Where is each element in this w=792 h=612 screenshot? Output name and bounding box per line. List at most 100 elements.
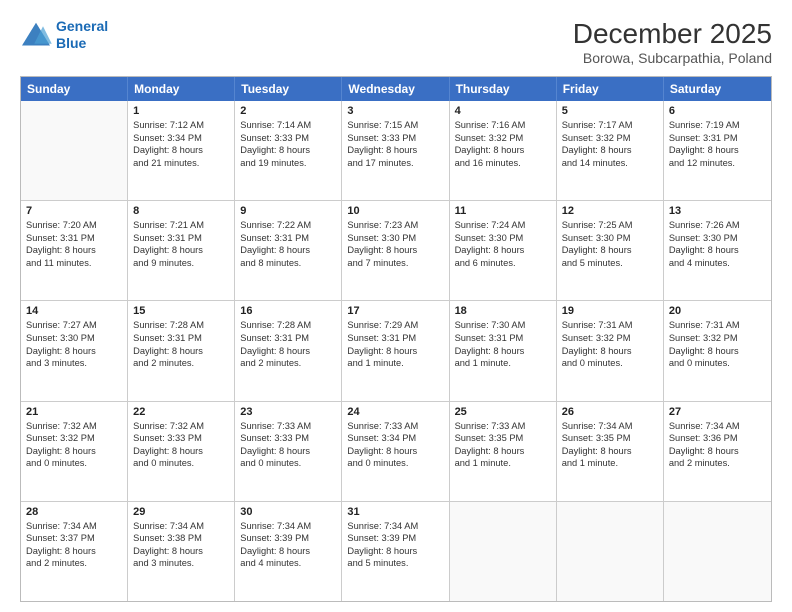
calendar-cell: 28Sunrise: 7:34 AMSunset: 3:37 PMDayligh…	[21, 502, 128, 601]
cell-info-line: Sunset: 3:31 PM	[133, 232, 229, 245]
cell-info-line: Daylight: 8 hours	[562, 345, 658, 358]
calendar-row: 1Sunrise: 7:12 AMSunset: 3:34 PMDaylight…	[21, 101, 771, 201]
cell-info-line: Sunrise: 7:16 AM	[455, 119, 551, 132]
cell-info-line: and 14 minutes.	[562, 157, 658, 170]
cell-info-line: and 11 minutes.	[26, 257, 122, 270]
cell-info-line: Sunset: 3:38 PM	[133, 532, 229, 545]
weekday-header: Saturday	[664, 77, 771, 101]
cell-info-line: Daylight: 8 hours	[562, 144, 658, 157]
calendar-cell	[450, 502, 557, 601]
cell-info-line: and 4 minutes.	[240, 557, 336, 570]
cell-info-line: Sunrise: 7:32 AM	[133, 420, 229, 433]
cell-info-line: Sunrise: 7:24 AM	[455, 219, 551, 232]
cell-info-line: and 1 minute.	[562, 457, 658, 470]
cell-info-line: Sunrise: 7:29 AM	[347, 319, 443, 332]
cell-info-line: Daylight: 8 hours	[669, 345, 766, 358]
cell-info-line: Sunrise: 7:34 AM	[347, 520, 443, 533]
cell-info-line: Daylight: 8 hours	[133, 445, 229, 458]
cell-info-line: Sunset: 3:32 PM	[562, 332, 658, 345]
cell-info-line: Sunset: 3:33 PM	[347, 132, 443, 145]
day-number: 21	[26, 406, 122, 418]
calendar-cell: 9Sunrise: 7:22 AMSunset: 3:31 PMDaylight…	[235, 201, 342, 300]
cell-info-line: Daylight: 8 hours	[240, 244, 336, 257]
cell-info-line: and 1 minute.	[455, 357, 551, 370]
cell-info-line: Sunrise: 7:22 AM	[240, 219, 336, 232]
cell-info-line: Daylight: 8 hours	[455, 244, 551, 257]
cell-info-line: Daylight: 8 hours	[133, 345, 229, 358]
cell-info-line: and 19 minutes.	[240, 157, 336, 170]
calendar-cell: 13Sunrise: 7:26 AMSunset: 3:30 PMDayligh…	[664, 201, 771, 300]
cell-info-line: Sunset: 3:31 PM	[455, 332, 551, 345]
cell-info-line: and 0 minutes.	[562, 357, 658, 370]
cell-info-line: Sunrise: 7:31 AM	[669, 319, 766, 332]
cell-info-line: Sunrise: 7:25 AM	[562, 219, 658, 232]
day-number: 31	[347, 506, 443, 518]
cell-info-line: Daylight: 8 hours	[133, 244, 229, 257]
weekday-header: Thursday	[450, 77, 557, 101]
day-number: 15	[133, 305, 229, 317]
calendar-cell: 20Sunrise: 7:31 AMSunset: 3:32 PMDayligh…	[664, 301, 771, 400]
cell-info-line: and 2 minutes.	[240, 357, 336, 370]
cell-info-line: and 17 minutes.	[347, 157, 443, 170]
cell-info-line: Sunrise: 7:17 AM	[562, 119, 658, 132]
header: General Blue December 2025 Borowa, Subca…	[20, 18, 772, 66]
calendar-cell: 14Sunrise: 7:27 AMSunset: 3:30 PMDayligh…	[21, 301, 128, 400]
calendar-cell: 4Sunrise: 7:16 AMSunset: 3:32 PMDaylight…	[450, 101, 557, 200]
cell-info-line: Sunrise: 7:28 AM	[240, 319, 336, 332]
day-number: 6	[669, 105, 766, 117]
calendar-cell: 31Sunrise: 7:34 AMSunset: 3:39 PMDayligh…	[342, 502, 449, 601]
cell-info-line: Daylight: 8 hours	[347, 445, 443, 458]
cell-info-line: and 1 minute.	[455, 457, 551, 470]
location-subtitle: Borowa, Subcarpathia, Poland	[573, 50, 772, 66]
cell-info-line: Daylight: 8 hours	[26, 445, 122, 458]
cell-info-line: and 1 minute.	[347, 357, 443, 370]
day-number: 10	[347, 205, 443, 217]
day-number: 19	[562, 305, 658, 317]
day-number: 23	[240, 406, 336, 418]
cell-info-line: and 0 minutes.	[133, 457, 229, 470]
calendar-row: 7Sunrise: 7:20 AMSunset: 3:31 PMDaylight…	[21, 201, 771, 301]
calendar-cell: 15Sunrise: 7:28 AMSunset: 3:31 PMDayligh…	[128, 301, 235, 400]
calendar-cell: 17Sunrise: 7:29 AMSunset: 3:31 PMDayligh…	[342, 301, 449, 400]
cell-info-line: Daylight: 8 hours	[133, 545, 229, 558]
cell-info-line: Daylight: 8 hours	[26, 545, 122, 558]
cell-info-line: Sunset: 3:32 PM	[455, 132, 551, 145]
logo: General Blue	[20, 18, 108, 52]
cell-info-line: Sunset: 3:36 PM	[669, 432, 766, 445]
cell-info-line: Sunset: 3:31 PM	[240, 332, 336, 345]
cell-info-line: and 12 minutes.	[669, 157, 766, 170]
calendar-cell: 12Sunrise: 7:25 AMSunset: 3:30 PMDayligh…	[557, 201, 664, 300]
cell-info-line: Sunset: 3:33 PM	[240, 432, 336, 445]
cell-info-line: Sunset: 3:31 PM	[669, 132, 766, 145]
cell-info-line: Sunset: 3:31 PM	[347, 332, 443, 345]
logo-line1: General	[56, 18, 108, 34]
cell-info-line: Sunrise: 7:21 AM	[133, 219, 229, 232]
calendar-cell: 8Sunrise: 7:21 AMSunset: 3:31 PMDaylight…	[128, 201, 235, 300]
cell-info-line: Sunset: 3:35 PM	[455, 432, 551, 445]
day-number: 2	[240, 105, 336, 117]
cell-info-line: and 0 minutes.	[26, 457, 122, 470]
day-number: 18	[455, 305, 551, 317]
cell-info-line: and 3 minutes.	[133, 557, 229, 570]
calendar-cell: 16Sunrise: 7:28 AMSunset: 3:31 PMDayligh…	[235, 301, 342, 400]
page: General Blue December 2025 Borowa, Subca…	[0, 0, 792, 612]
cell-info-line: Sunrise: 7:23 AM	[347, 219, 443, 232]
calendar-cell: 24Sunrise: 7:33 AMSunset: 3:34 PMDayligh…	[342, 402, 449, 501]
day-number: 12	[562, 205, 658, 217]
cell-info-line: Daylight: 8 hours	[347, 244, 443, 257]
calendar-cell: 18Sunrise: 7:30 AMSunset: 3:31 PMDayligh…	[450, 301, 557, 400]
cell-info-line: Sunset: 3:34 PM	[347, 432, 443, 445]
cell-info-line: Daylight: 8 hours	[455, 144, 551, 157]
day-number: 26	[562, 406, 658, 418]
cell-info-line: Daylight: 8 hours	[669, 244, 766, 257]
cell-info-line: Sunrise: 7:33 AM	[455, 420, 551, 433]
cell-info-line: Daylight: 8 hours	[133, 144, 229, 157]
cell-info-line: Daylight: 8 hours	[669, 445, 766, 458]
cell-info-line: Daylight: 8 hours	[347, 545, 443, 558]
cell-info-line: Daylight: 8 hours	[26, 345, 122, 358]
calendar-row: 21Sunrise: 7:32 AMSunset: 3:32 PMDayligh…	[21, 402, 771, 502]
calendar-cell: 22Sunrise: 7:32 AMSunset: 3:33 PMDayligh…	[128, 402, 235, 501]
day-number: 27	[669, 406, 766, 418]
cell-info-line: Sunset: 3:30 PM	[347, 232, 443, 245]
calendar-cell: 30Sunrise: 7:34 AMSunset: 3:39 PMDayligh…	[235, 502, 342, 601]
